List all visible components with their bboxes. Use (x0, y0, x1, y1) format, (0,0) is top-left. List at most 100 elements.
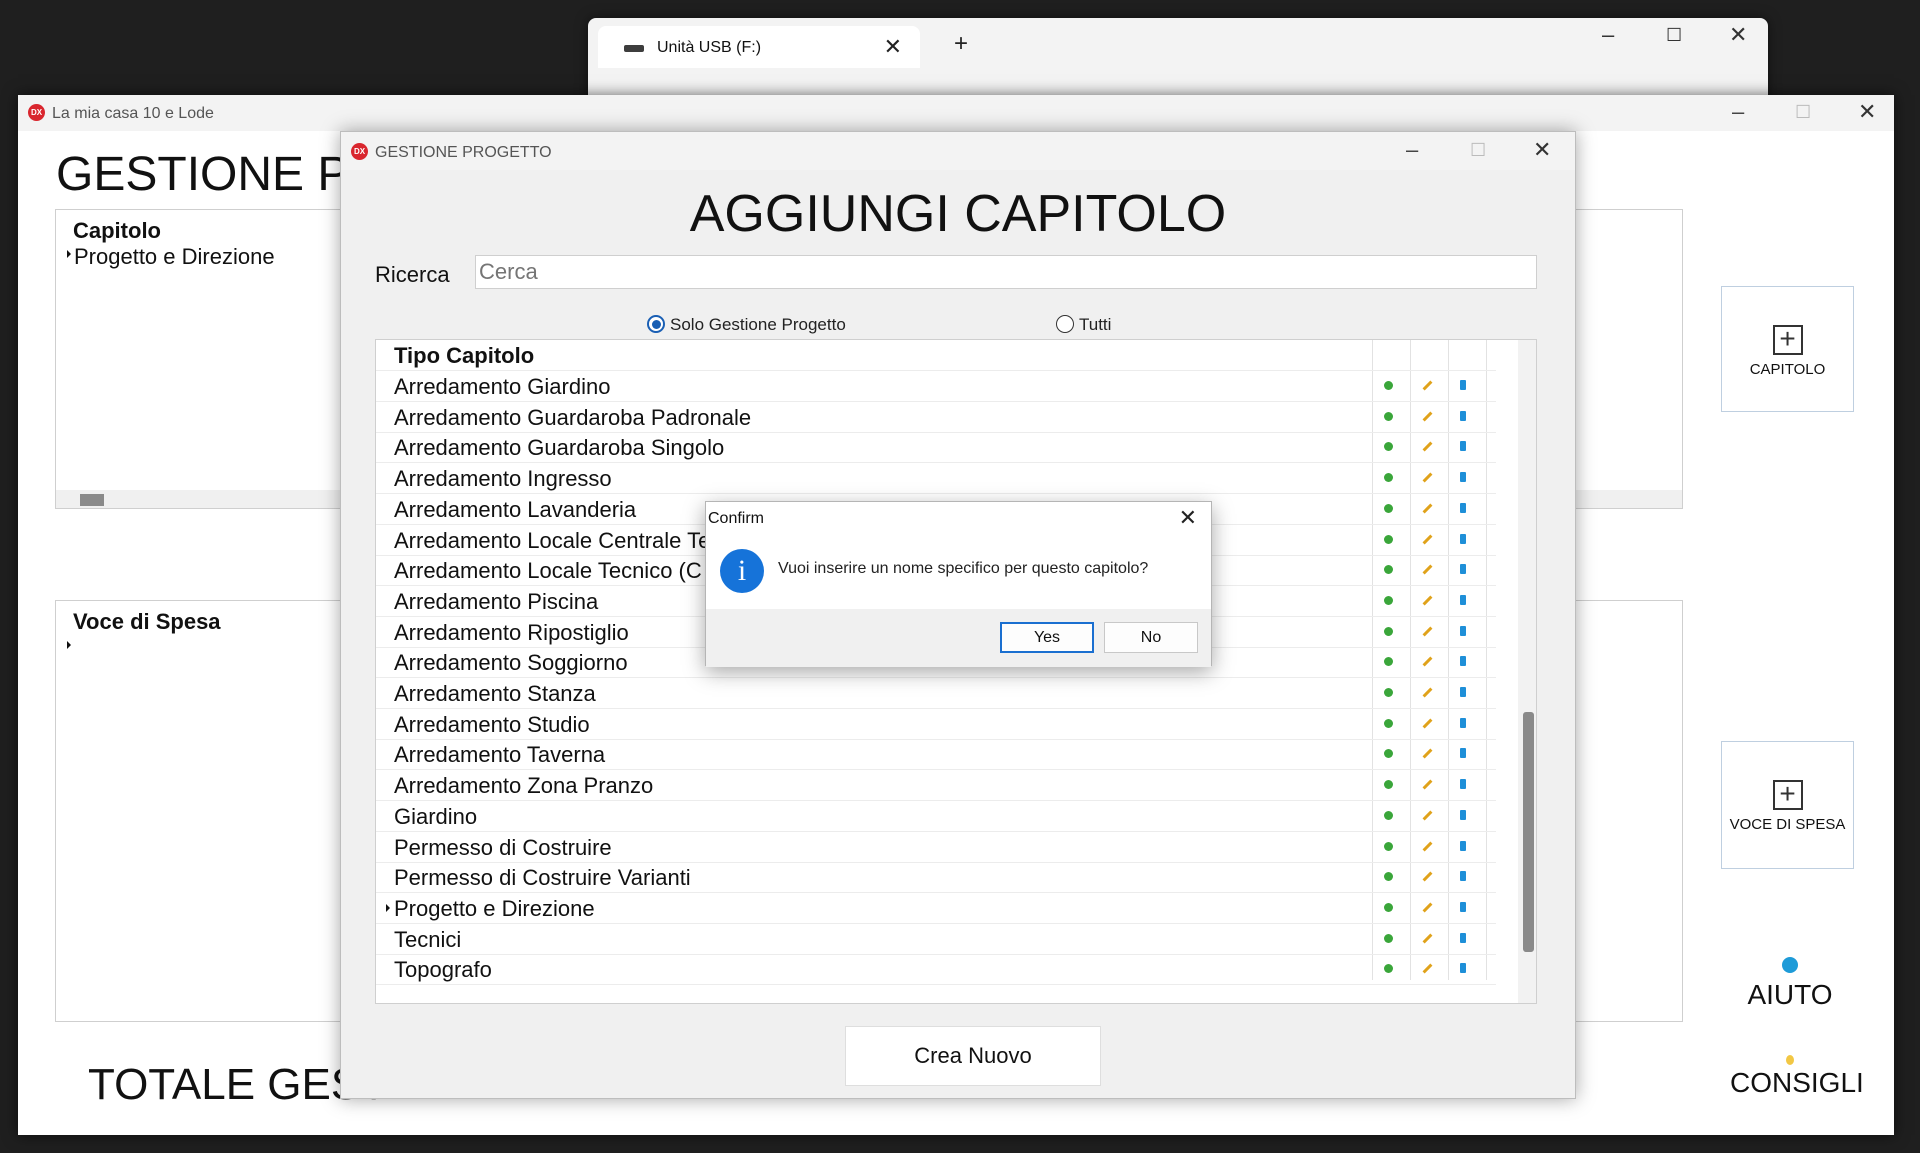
select-check-icon[interactable] (1384, 688, 1393, 697)
select-check-icon[interactable] (1384, 473, 1393, 483)
scrollbar-thumb[interactable] (80, 494, 104, 506)
vertical-scrollbar[interactable] (1518, 340, 1536, 1003)
chapter-row[interactable]: Arredamento Guardaroba Singolo (376, 432, 1496, 464)
edit-pencil-icon[interactable] (1422, 963, 1433, 974)
edit-pencil-icon[interactable] (1422, 626, 1433, 637)
delete-trash-icon[interactable] (1460, 533, 1466, 544)
add-voce-spesa-button[interactable]: + VOCE DI SPESA (1721, 741, 1854, 869)
add-capitolo-button[interactable]: + CAPITOLO (1721, 286, 1854, 412)
edit-pencil-icon[interactable] (1422, 595, 1433, 606)
edit-pencil-icon[interactable] (1422, 534, 1433, 544)
minimize-icon[interactable]: – (1602, 24, 1614, 46)
delete-trash-icon[interactable] (1460, 717, 1466, 728)
delete-trash-icon[interactable] (1460, 901, 1466, 912)
delete-trash-icon[interactable] (1460, 594, 1466, 605)
close-icon[interactable]: ✕ (1729, 24, 1747, 46)
close-icon[interactable]: ✕ (1858, 101, 1876, 123)
chapter-row[interactable]: Topografo (376, 954, 1496, 986)
edit-pencil-icon[interactable] (1422, 656, 1433, 667)
minimize-icon[interactable]: – (1732, 101, 1744, 123)
close-icon[interactable]: ✕ (1533, 139, 1551, 161)
edit-pencil-icon[interactable] (1422, 411, 1433, 422)
select-check-icon[interactable] (1384, 872, 1393, 882)
scrollbar-thumb[interactable] (1523, 712, 1534, 952)
tips-button[interactable]: CONSIGLI (1730, 1055, 1864, 1105)
edit-pencil-icon[interactable] (1422, 380, 1433, 391)
delete-trash-icon[interactable] (1460, 441, 1466, 452)
select-check-icon[interactable] (1384, 503, 1393, 513)
edit-pencil-icon[interactable] (1422, 779, 1433, 790)
edit-pencil-icon[interactable] (1422, 564, 1433, 575)
no-button[interactable]: No (1104, 622, 1198, 653)
select-check-icon[interactable] (1384, 964, 1393, 974)
delete-trash-icon[interactable] (1460, 656, 1466, 667)
select-check-icon[interactable] (1384, 381, 1393, 390)
chapter-row[interactable]: Progetto e Direzione (376, 893, 1496, 924)
crea-nuovo-button[interactable]: Crea Nuovo (845, 1026, 1101, 1086)
chapter-row[interactable]: Permesso di Costruire (376, 832, 1496, 863)
delete-trash-icon[interactable] (1460, 410, 1466, 421)
close-icon[interactable]: ✕ (1179, 505, 1197, 531)
chapter-row[interactable]: Tecnici (376, 924, 1496, 955)
edit-pencil-icon[interactable] (1422, 933, 1433, 944)
delete-trash-icon[interactable] (1460, 871, 1466, 882)
help-button[interactable]: AIUTO (1740, 957, 1840, 1010)
delete-trash-icon[interactable] (1460, 748, 1466, 759)
delete-trash-icon[interactable] (1460, 625, 1466, 636)
select-check-icon[interactable] (1384, 595, 1393, 605)
select-check-icon[interactable] (1384, 442, 1393, 452)
chapter-row[interactable]: Arredamento Taverna (376, 739, 1496, 771)
edit-pencil-icon[interactable] (1422, 841, 1433, 851)
select-check-icon[interactable] (1384, 902, 1393, 912)
select-check-icon[interactable] (1384, 565, 1393, 575)
delete-trash-icon[interactable] (1460, 502, 1466, 513)
edit-pencil-icon[interactable] (1422, 503, 1433, 514)
chapter-row[interactable]: Giardino (376, 801, 1496, 832)
edit-pencil-icon[interactable] (1422, 441, 1433, 452)
chapter-row[interactable]: Arredamento Studio (376, 709, 1496, 740)
radio-tutti-label[interactable]: Tutti (1079, 315, 1111, 335)
delete-trash-icon[interactable] (1460, 687, 1466, 697)
delete-trash-icon[interactable] (1460, 963, 1466, 974)
delete-trash-icon[interactable] (1460, 932, 1466, 943)
chapter-row[interactable]: Arredamento Ingresso (376, 463, 1496, 495)
edit-pencil-icon[interactable] (1422, 871, 1433, 882)
minimize-icon[interactable]: – (1406, 139, 1418, 161)
radio-solo-gestione-label[interactable]: Solo Gestione Progetto (670, 315, 846, 335)
new-tab-button[interactable]: + (954, 32, 968, 56)
delete-trash-icon[interactable] (1460, 809, 1466, 820)
edit-pencil-icon[interactable] (1422, 718, 1433, 729)
tab-close-icon[interactable]: ✕ (884, 34, 902, 60)
delete-trash-icon[interactable] (1460, 380, 1466, 390)
delete-trash-icon[interactable] (1460, 564, 1466, 575)
radio-solo-gestione[interactable] (647, 315, 665, 333)
select-check-icon[interactable] (1384, 841, 1393, 851)
select-check-icon[interactable] (1384, 657, 1393, 667)
edit-pencil-icon[interactable] (1422, 748, 1433, 759)
edit-pencil-icon[interactable] (1422, 902, 1433, 913)
edit-pencil-icon[interactable] (1422, 810, 1433, 821)
select-check-icon[interactable] (1384, 534, 1393, 544)
chapter-row[interactable]: Arredamento Zona Pranzo (376, 770, 1496, 802)
select-check-icon[interactable] (1384, 933, 1393, 943)
search-input[interactable] (475, 255, 1537, 289)
select-check-icon[interactable] (1384, 626, 1393, 636)
yes-button[interactable]: Yes (1000, 622, 1094, 653)
chapter-row[interactable]: Permesso di Costruire Varianti (376, 862, 1496, 894)
select-check-icon[interactable] (1384, 810, 1393, 820)
maximize-icon[interactable]: ☐ (1666, 26, 1682, 44)
chapter-row[interactable]: Arredamento Giardino (376, 371, 1496, 402)
radio-tutti[interactable] (1056, 315, 1074, 333)
select-check-icon[interactable] (1384, 780, 1393, 790)
delete-trash-icon[interactable] (1460, 779, 1466, 790)
select-check-icon[interactable] (1384, 718, 1393, 728)
chapter-row[interactable]: Arredamento Guardaroba Padronale (376, 402, 1496, 433)
chapter-row[interactable]: Arredamento Stanza (376, 678, 1496, 709)
select-check-icon[interactable] (1384, 411, 1393, 421)
edit-pencil-icon[interactable] (1422, 687, 1433, 698)
chapter-grid-cell[interactable]: Progetto e Direzione (74, 244, 275, 270)
select-check-icon[interactable] (1384, 749, 1393, 759)
explorer-tab[interactable]: Unità USB (F:) ✕ (598, 26, 920, 68)
delete-trash-icon[interactable] (1460, 840, 1466, 851)
edit-pencil-icon[interactable] (1422, 472, 1433, 483)
